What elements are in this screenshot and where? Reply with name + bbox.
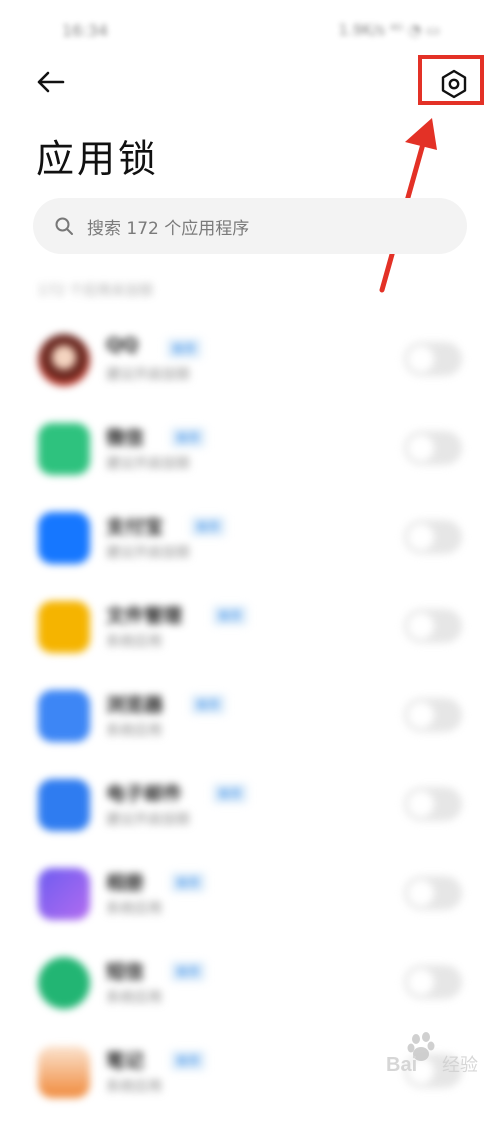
app-icon: [38, 957, 90, 1009]
app-subtitle: 建议开启加锁: [106, 545, 190, 561]
app-name: 微信: [106, 427, 145, 449]
section-header: 172 个应用未加锁: [38, 283, 154, 299]
lock-toggle[interactable]: [404, 431, 462, 465]
app-name: QQ: [106, 334, 139, 356]
list-item[interactable]: 电子邮件 推荐 建议开启加锁: [0, 767, 500, 856]
app-subtitle: 系统应用: [106, 1079, 162, 1095]
list-item[interactable]: 文件管理 推荐 系统应用: [0, 589, 500, 678]
app-tag: 推荐: [170, 1050, 207, 1071]
list-item[interactable]: 支付宝 推荐 建议开启加锁: [0, 500, 500, 589]
app-tag: 推荐: [212, 783, 249, 804]
app-tag: 推荐: [212, 605, 249, 626]
app-icon: [38, 690, 90, 742]
app-list: QQ 推荐 建议开启加锁 微信 推荐 建议开启加锁 支付宝 推荐 建议开启加锁 …: [0, 322, 500, 1123]
app-tag: 推荐: [170, 961, 207, 982]
search-input[interactable]: 搜索 172 个应用程序: [33, 198, 467, 254]
page-title: 应用锁: [36, 137, 160, 181]
app-icon: [38, 512, 90, 564]
svg-text:经验: 经验: [442, 1055, 478, 1076]
lock-toggle[interactable]: [404, 876, 462, 910]
status-bar: 16:34 1.9K/s ⁴ᴳ ◔ ▭: [0, 18, 500, 46]
lock-toggle[interactable]: [404, 342, 462, 376]
lock-toggle[interactable]: [404, 698, 462, 732]
list-item[interactable]: 浏览器 推荐 系统应用: [0, 678, 500, 767]
list-item[interactable]: QQ 推荐 建议开启加锁: [0, 322, 500, 411]
app-tag: 推荐: [170, 872, 207, 893]
app-icon: [38, 1046, 90, 1098]
app-name: 支付宝: [106, 516, 164, 538]
arrow-left-icon: [37, 71, 65, 93]
app-subtitle: 系统应用: [106, 723, 162, 739]
app-subtitle: 建议开启加锁: [106, 812, 190, 828]
app-tag: 推荐: [170, 427, 207, 448]
back-button[interactable]: [30, 64, 70, 100]
app-subtitle: 建议开启加锁: [106, 456, 190, 472]
app-name: 文件管理: [106, 605, 183, 627]
list-item[interactable]: 微信 推荐 建议开启加锁: [0, 411, 500, 500]
svg-text:Bai: Bai: [386, 1054, 417, 1076]
app-icon: [38, 334, 90, 386]
lock-toggle[interactable]: [404, 965, 462, 999]
app-subtitle: 系统应用: [106, 634, 162, 650]
app-name: 浏览器: [106, 694, 164, 716]
list-item[interactable]: 相册 推荐 系统应用: [0, 856, 500, 945]
search-placeholder: 搜索 172 个应用程序: [87, 218, 250, 239]
lock-toggle[interactable]: [404, 609, 462, 643]
app-subtitle: 系统应用: [106, 990, 162, 1006]
app-name: 笔记: [106, 1050, 145, 1072]
app-icon: [38, 601, 90, 653]
baidu-watermark: Bai 经验: [384, 1026, 494, 1078]
app-icon: [38, 868, 90, 920]
list-item[interactable]: 短信 推荐 系统应用: [0, 945, 500, 1034]
lock-toggle[interactable]: [404, 520, 462, 554]
app-tag: 推荐: [190, 694, 227, 715]
search-icon: [53, 215, 75, 237]
status-indicators: 1.9K/s ⁴ᴳ ◔ ▭: [338, 21, 440, 39]
annotation-highlight-box: [418, 55, 484, 105]
app-icon: [38, 779, 90, 831]
app-name: 短信: [106, 961, 145, 983]
app-name: 相册: [106, 872, 145, 894]
baidu-paw-icon: Bai 经验: [386, 1032, 478, 1076]
app-subtitle: 系统应用: [106, 901, 162, 917]
app-tag: 推荐: [166, 338, 203, 359]
app-tag: 推荐: [190, 516, 227, 537]
app-icon: [38, 423, 90, 475]
app-subtitle: 建议开启加锁: [106, 367, 190, 383]
app-name: 电子邮件: [106, 783, 183, 805]
status-time: 16:34: [62, 21, 109, 40]
lock-toggle[interactable]: [404, 787, 462, 821]
